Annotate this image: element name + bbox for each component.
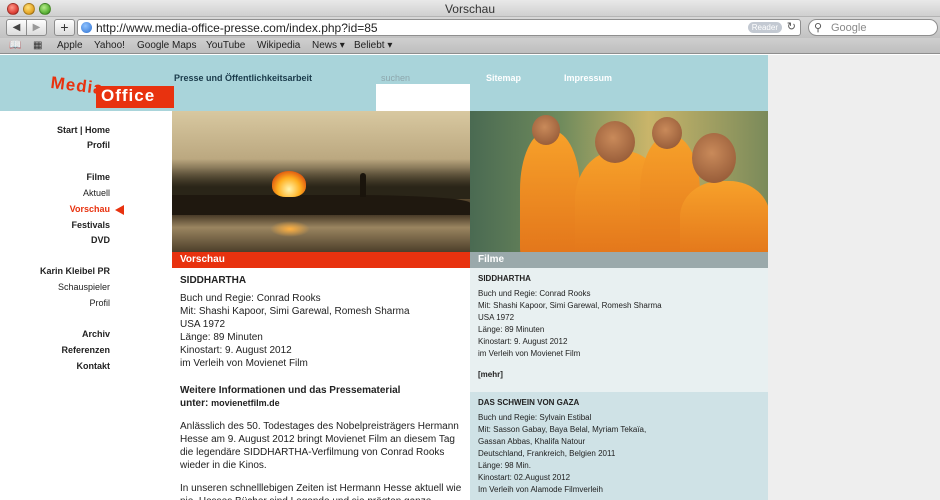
article-line: Kinostart: 9. August 2012 — [180, 345, 292, 356]
reader-button[interactable]: Reader — [747, 22, 782, 33]
back-arrow-icon: ◀ — [12, 22, 21, 33]
search-input[interactable]: ⚲ Google — [808, 19, 938, 36]
nav-start-home[interactable]: Start | Home — [57, 125, 110, 135]
article-line: Länge: 89 Minuten — [180, 332, 263, 343]
film-card-line: Buch und Regie: Conrad Rooks — [478, 289, 591, 298]
nav-profil-2[interactable]: Profil — [89, 298, 110, 308]
film-card-line: Länge: 98 Min. — [478, 461, 531, 470]
photo-fire — [272, 171, 306, 197]
article-subheading-unter: unter: — [180, 398, 209, 409]
main-article: SIDDHARTHA Buch und Regie: Conrad Rooks … — [180, 275, 462, 500]
article-line: im Verleih von Movienet Film — [180, 358, 308, 369]
film-card-line: Buch und Regie: Sylvain Estibal — [478, 413, 592, 422]
nav-profil[interactable]: Profil — [87, 140, 110, 150]
globe-icon — [81, 22, 92, 33]
article-paragraph: In unseren schnelllebigen Zeiten ist Her… — [180, 483, 462, 500]
bookmark-google-maps[interactable]: Google Maps — [137, 40, 196, 51]
funeral-pyre-photo — [172, 111, 470, 253]
photo-monk-head — [532, 115, 560, 145]
film-card-line: Kinostart: 9. August 2012 — [478, 337, 568, 346]
active-nav-arrow-icon — [115, 205, 124, 215]
film-card-title: DAS SCHWEIN VON GAZA — [478, 398, 580, 407]
film-card-line: Länge: 89 Minuten — [478, 325, 545, 334]
url-text[interactable]: http://www.media-office-presse.com/index… — [96, 21, 378, 35]
bookmark-youtube[interactable]: YouTube — [206, 40, 245, 51]
search-placeholder: Google — [831, 22, 867, 34]
monks-photo — [470, 111, 768, 253]
bookmark-yahoo[interactable]: Yahoo! — [94, 40, 125, 51]
nav-referenzen[interactable]: Referenzen — [61, 345, 110, 355]
address-bar[interactable]: http://www.media-office-presse.com/index… — [77, 19, 801, 36]
forward-button[interactable]: ▶ — [26, 19, 47, 36]
bookmarks-bar: 📖 ▦ Apple Yahoo! Google Maps YouTube Wik… — [0, 38, 940, 54]
site-search-input[interactable] — [376, 84, 470, 111]
nav-dvd[interactable]: DVD — [91, 235, 110, 245]
film-card-line: Gassan Abbas, Khalifa Natour — [478, 437, 586, 446]
logo-word-office: Office — [96, 86, 174, 108]
nav-archiv[interactable]: Archiv — [82, 329, 110, 339]
back-button[interactable]: ◀ — [6, 19, 27, 36]
browser-toolbar: ◀ ▶ + http://www.media-office-presse.com… — [0, 17, 940, 38]
nav-aktuell[interactable]: Aktuell — [83, 188, 110, 198]
article-line: Mit: Shashi Kapoor, Simi Garewal, Romesh… — [180, 306, 410, 317]
book-icon[interactable]: 📖 — [9, 40, 21, 51]
nav-karin-kleibel-pr[interactable]: Karin Kleibel PR — [40, 266, 110, 276]
window-title: Vorschau — [444, 2, 496, 16]
article-line: Buch und Regie: Conrad Rooks — [180, 293, 321, 304]
plus-icon: + — [60, 19, 69, 35]
media-office-logo[interactable]: Media Office — [50, 73, 174, 111]
film-card-line: Mit: Shashi Kapoor, Simi Garewal, Romesh… — [478, 301, 662, 310]
movienet-link[interactable]: movienetfilm.de — [211, 398, 280, 408]
nav-kontakt[interactable]: Kontakt — [77, 361, 111, 371]
reload-icon[interactable]: ↻ — [787, 20, 796, 33]
photo-fire-reflection — [270, 221, 310, 237]
film-card-line: Deutschland, Frankreich, Belgien 2011 — [478, 449, 616, 458]
film-card-line: USA 1972 — [478, 313, 515, 322]
search-icon: ⚲ — [814, 22, 823, 34]
nav-vorschau[interactable]: Vorschau — [70, 204, 110, 214]
film-card-line: Im Verleih von Alamode Filmverleih — [478, 485, 603, 494]
photo-figure — [360, 173, 366, 197]
search-label: suchen — [381, 73, 411, 83]
photo-shore — [172, 195, 470, 215]
bookmark-beliebt[interactable]: Beliebt ▾ — [354, 40, 392, 51]
article-paragraph: Anlässlich des 50. Todestages des Nobelp… — [180, 421, 459, 471]
nav-filme[interactable]: Filme — [86, 172, 110, 182]
photo-monk-head — [692, 133, 736, 183]
article-subheading: Weitere Informationen und das Pressemate… — [180, 385, 401, 396]
forward-arrow-icon: ▶ — [32, 22, 41, 33]
web-page: Media Office Presse und Öffentlichkeitsa… — [0, 55, 940, 500]
bookmark-apple[interactable]: Apple — [57, 40, 83, 51]
film-card-line: Mit: Sasson Gabay, Baya Belal, Myriam Te… — [478, 425, 647, 434]
add-bookmark-button[interactable]: + — [54, 19, 75, 36]
bookmark-news[interactable]: News ▾ — [312, 40, 345, 51]
nav-festivals[interactable]: Festivals — [71, 220, 110, 230]
mehr-link[interactable]: [mehr] — [478, 370, 760, 379]
bookmark-wikipedia[interactable]: Wikipedia — [257, 40, 300, 51]
topnav-presse[interactable]: Presse und Öffentlichkeitsarbeit — [174, 73, 312, 83]
vorschau-section-bar: Vorschau — [172, 252, 470, 268]
photo-monk-head — [595, 121, 635, 163]
nav-schauspieler[interactable]: Schauspieler — [58, 282, 110, 292]
film-card-siddhartha: SIDDHARTHA Buch und Regie: Conrad Rooks … — [470, 268, 768, 392]
grid-icon[interactable]: ▦ — [33, 40, 42, 51]
article-line: USA 1972 — [180, 319, 226, 330]
film-card-schwein-von-gaza: DAS SCHWEIN VON GAZA Buch und Regie: Syl… — [470, 392, 768, 500]
film-card-line: im Verleih von Movienet Film — [478, 349, 581, 358]
topnav-sitemap[interactable]: Sitemap — [486, 73, 521, 83]
photo-trees — [172, 159, 470, 199]
page-margin — [768, 55, 940, 500]
photo-monk — [680, 181, 768, 253]
article-title: SIDDHARTHA — [180, 275, 247, 286]
photo-monk — [520, 131, 580, 253]
topnav-impressum[interactable]: Impressum — [564, 73, 612, 83]
film-card-line: Kinostart: 02.August 2012 — [478, 473, 571, 482]
filme-section-bar: Filme — [470, 252, 768, 268]
window-titlebar: Vorschau — [0, 0, 940, 17]
film-card-title: SIDDHARTHA — [478, 274, 531, 283]
photo-monk-head — [652, 117, 682, 149]
